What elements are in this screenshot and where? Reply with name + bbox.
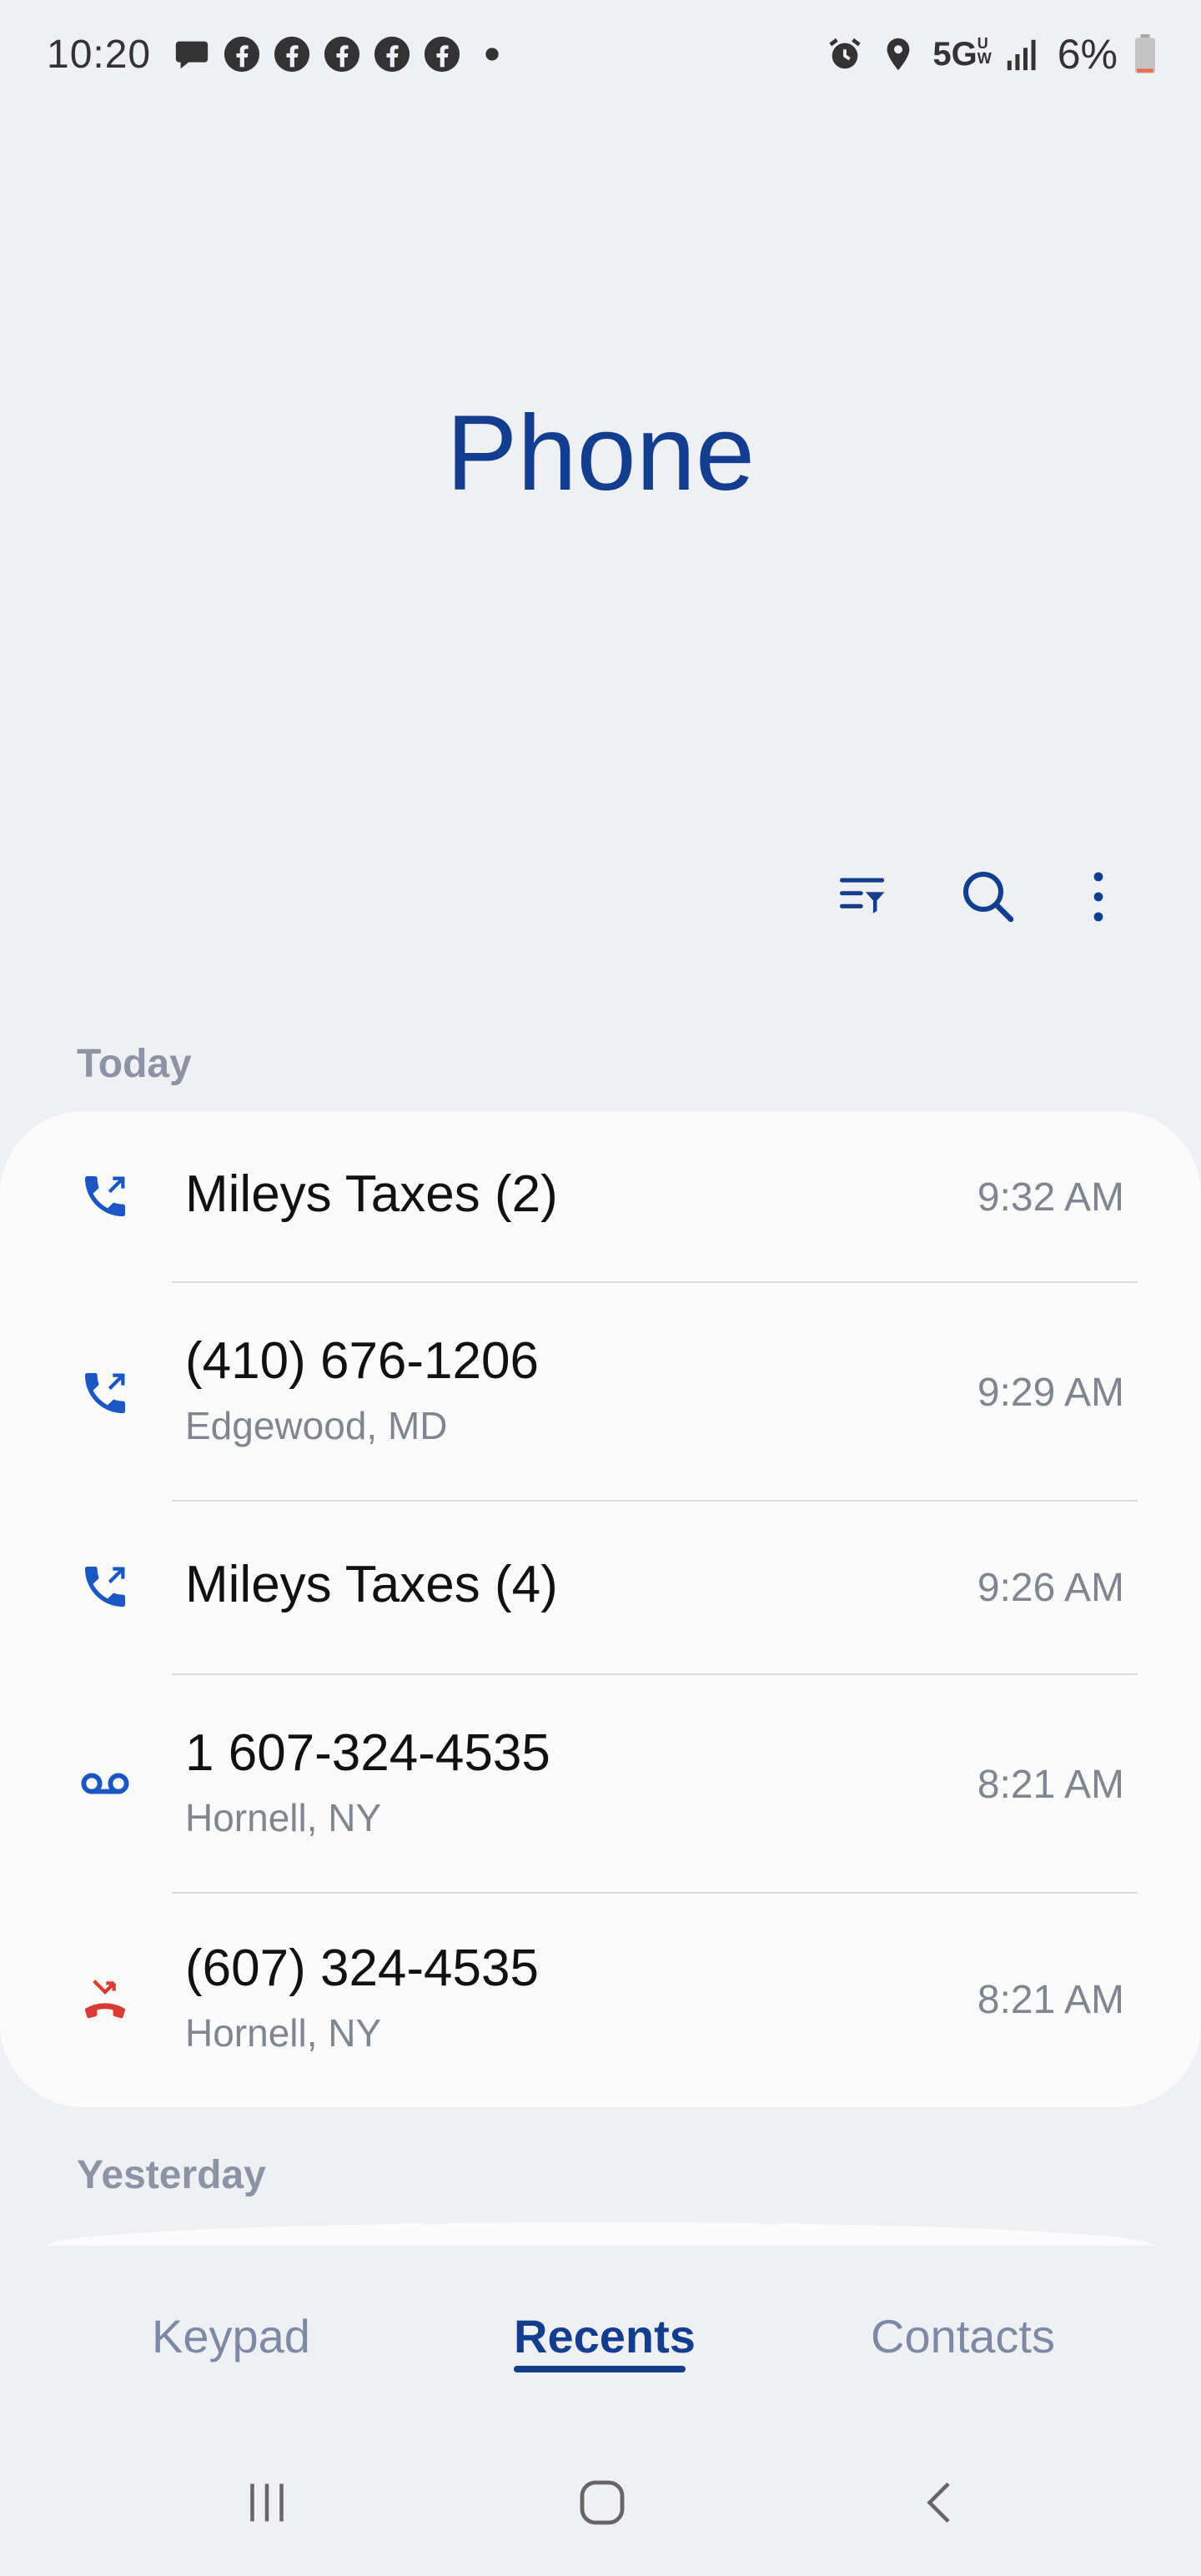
back-icon (927, 2482, 950, 2523)
call-name: Mileys Taxes (4) (185, 1556, 558, 1613)
call-row[interactable]: (410) 676-1206 Edgewood, MD 9:29 AM (0, 1283, 1201, 1500)
facebook-icon (224, 36, 260, 73)
status-left: 10:20 (47, 32, 511, 78)
call-row[interactable]: (607) 324-4535 Hornell, NY 8:21 AM (0, 1894, 1201, 2107)
more-options-icon (1093, 872, 1103, 922)
outgoing-call-icon (85, 1567, 125, 1607)
call-name: Mileys Taxes (2) (185, 1165, 558, 1223)
section-label-today: Today (77, 1042, 192, 1086)
back-button[interactable] (902, 2469, 977, 2536)
location-icon (887, 38, 910, 71)
recents-list: Mileys Taxes (2) 9:32 AM (410) 676-1206 … (0, 1111, 1201, 2107)
system-nav-bar (0, 2453, 1201, 2553)
outgoing-call-icon (85, 1176, 125, 1216)
status-time: 10:20 (47, 32, 152, 77)
facebook-icon (425, 36, 460, 73)
network-sub-label: UW (977, 34, 992, 67)
search-button[interactable] (951, 863, 1026, 930)
alarm-icon (829, 38, 862, 69)
call-name: (410) 676-1206 (185, 1332, 539, 1390)
chat-icon (175, 41, 209, 69)
tab-keypad[interactable]: Keypad (152, 2309, 310, 2363)
call-location: Hornell, NY (185, 2011, 382, 2055)
facebook-icon (374, 36, 410, 73)
search-icon (963, 872, 1014, 923)
tab-recents[interactable]: Recents (514, 2309, 696, 2363)
call-time: 8:21 AM (977, 1978, 1124, 2022)
signal-icon (1007, 39, 1036, 71)
battery-icon (1135, 34, 1155, 73)
recent-apps-icon (250, 2483, 284, 2522)
yesterday-list-peek (47, 2222, 1154, 2246)
filter-button[interactable] (826, 863, 901, 930)
recent-apps-button[interactable] (229, 2469, 304, 2536)
bottom-tab-bar: Keypad Recents Contacts (0, 2269, 1201, 2402)
call-name: (607) 324-4535 (185, 1940, 539, 1997)
status-right: 5G UW 6% (826, 30, 1158, 78)
status-bar: 10:20 5G UW 6% (0, 0, 1201, 108)
toolbar (0, 863, 1201, 930)
active-tab-indicator (514, 2366, 686, 2372)
call-location: Edgewood, MD (185, 1404, 448, 1447)
battery-percent: 6% (1057, 31, 1118, 78)
call-time: 9:29 AM (977, 1371, 1124, 1415)
call-location: Hornell, NY (185, 1796, 382, 1839)
more-options-button[interactable] (1061, 863, 1136, 930)
call-time: 9:26 AM (977, 1566, 1124, 1610)
home-icon (580, 2480, 625, 2525)
section-label-yesterday: Yesterday (77, 2153, 266, 2197)
filter-icon (839, 878, 885, 913)
facebook-icon (324, 36, 360, 73)
outgoing-call-icon (85, 1373, 125, 1413)
call-time: 9:32 AM (977, 1175, 1124, 1220)
voicemail-icon (81, 1773, 129, 1794)
page-title: Phone (445, 394, 756, 513)
network-label: 5G (932, 35, 977, 73)
missed-call-icon (84, 1980, 126, 2019)
call-row[interactable]: 1 607-324-4535 Hornell, NY 8:21 AM (0, 1675, 1201, 1892)
call-name: 1 607-324-4535 (185, 1724, 550, 1782)
home-button[interactable] (565, 2469, 640, 2536)
call-time: 8:21 AM (977, 1763, 1124, 1807)
dot-icon (485, 48, 499, 61)
call-row[interactable]: Mileys Taxes (2) 9:32 AM (0, 1111, 1201, 1282)
network-indicator: 5G UW (932, 34, 992, 73)
facebook-icon (274, 36, 310, 73)
tab-contacts[interactable]: Contacts (871, 2309, 1055, 2363)
call-row[interactable]: Mileys Taxes (4) 9:26 AM (0, 1502, 1201, 1673)
